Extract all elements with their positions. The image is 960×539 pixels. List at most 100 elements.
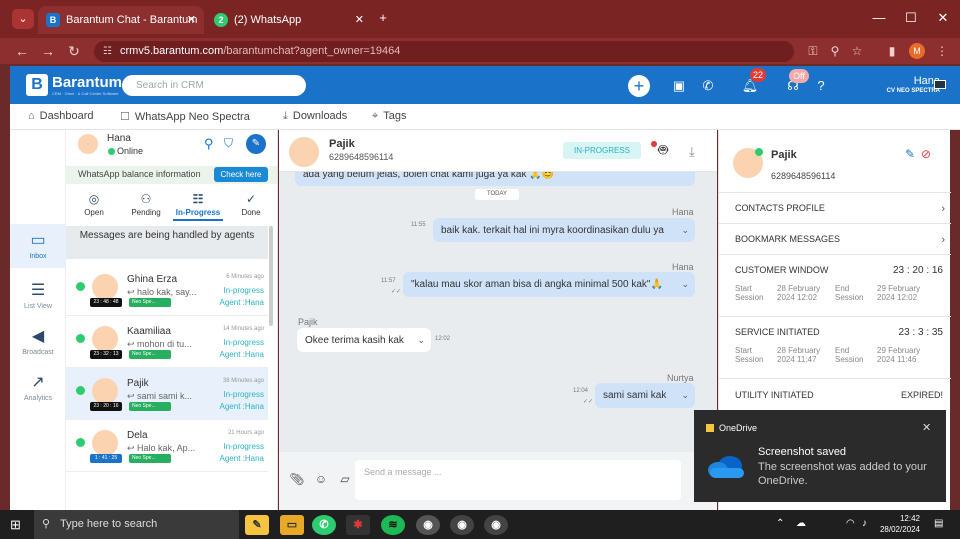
filter-icon[interactable]: ⛉ bbox=[224, 136, 233, 151]
chrome-app-icon[interactable]: ◉ bbox=[484, 515, 508, 535]
header-user-name[interactable]: Hana bbox=[868, 75, 940, 87]
close-notification-icon[interactable]: ✕ bbox=[922, 421, 931, 434]
app-icon[interactable]: ✱ bbox=[346, 515, 370, 535]
rail-analytics[interactable]: ↗ Analytics bbox=[10, 372, 66, 402]
search-icon[interactable]: ⚲ bbox=[204, 136, 214, 152]
whatsapp-icon bbox=[76, 334, 85, 343]
rail-broadcast[interactable]: ◀ Broadcast bbox=[10, 326, 66, 356]
contacts-profile-row[interactable]: CONTACTS PROFILE › bbox=[735, 203, 951, 215]
nav-tags[interactable]: ⌖ Tags bbox=[372, 110, 406, 123]
contact-phone: 6289648596114 bbox=[771, 171, 836, 181]
sticky-notes-app-icon[interactable]: ✎ bbox=[245, 515, 269, 535]
chrome-app-icon[interactable]: ◉ bbox=[450, 515, 474, 535]
tab-pending[interactable]: ⚇ Pending bbox=[121, 192, 171, 217]
check-balance-button[interactable]: Check here bbox=[214, 167, 268, 182]
contact-avatar bbox=[92, 326, 118, 352]
tray-chevron-icon[interactable]: ⌃ bbox=[776, 518, 784, 529]
rail-list-view[interactable]: ☰ List View bbox=[10, 280, 66, 310]
agent-avatar bbox=[78, 134, 98, 154]
back-icon[interactable]: ← bbox=[12, 41, 32, 61]
password-key-icon[interactable]: ⚿ bbox=[805, 43, 821, 59]
message-options-chevron-icon[interactable]: ⌄ bbox=[417, 335, 425, 346]
new-chat-button[interactable]: ✎ bbox=[246, 134, 266, 154]
message-options-chevron-icon[interactable]: ⌄ bbox=[681, 279, 689, 290]
message-options-chevron-icon[interactable]: ⌄ bbox=[681, 225, 689, 236]
row-label: CONTACTS PROFILE bbox=[735, 203, 825, 213]
close-tab-icon[interactable]: ✕ bbox=[187, 6, 196, 34]
sidebar-toggle-icon[interactable]: ▮ bbox=[884, 43, 900, 59]
crm-search-input[interactable]: Search in CRM bbox=[122, 75, 306, 96]
bookmark-star-icon[interactable]: ☆ bbox=[849, 43, 865, 59]
close-window-button[interactable]: ✕ bbox=[932, 8, 954, 28]
download-icon: ⤓ bbox=[283, 110, 288, 122]
contact-avatar bbox=[92, 274, 118, 300]
chrome-app-icon[interactable]: ◉ bbox=[416, 515, 440, 535]
off-status-badge[interactable]: Off bbox=[789, 69, 809, 83]
conversation-item-pajik[interactable]: 23 : 20 : 16 Pajik ↩ sami sami k... Neo … bbox=[66, 368, 268, 420]
online-status-dot bbox=[108, 148, 115, 155]
url-field[interactable]: ☷ crmv5.barantum.com/barantumchat?agent_… bbox=[94, 41, 794, 62]
agent-status[interactable]: Online bbox=[117, 146, 143, 156]
message-bubble: sami sami kak ⌄ bbox=[595, 383, 695, 408]
zoom-icon[interactable]: ⚲ bbox=[827, 43, 843, 59]
barantum-favicon-icon: B bbox=[46, 13, 60, 27]
reload-icon[interactable]: ↻ bbox=[64, 41, 84, 61]
profile-avatar[interactable]: M bbox=[909, 43, 925, 59]
taskbar-clock[interactable]: 12:42 28/02/2024 bbox=[870, 513, 920, 535]
search-icon: ⚲ bbox=[42, 518, 51, 530]
browser-menu-icon[interactable]: ⋮ bbox=[934, 43, 950, 59]
new-tab-button[interactable]: + bbox=[372, 8, 394, 28]
end-session-value: 29 February 2024 12:02 bbox=[877, 284, 921, 302]
conversation-item-ghina-erza[interactable]: 23 : 48 : 48 Ghina Erza ↩ halo kak, say.… bbox=[66, 264, 268, 316]
tab-whatsapp[interactable]: 2 (2) WhatsApp ✕ bbox=[206, 6, 372, 34]
notification-center-icon[interactable]: ▤ bbox=[934, 518, 943, 529]
message-options-chevron-icon[interactable]: ⌄ bbox=[681, 390, 689, 401]
end-session-value: 29 February 2024 11:46 bbox=[877, 346, 921, 364]
message-input[interactable]: Send a message ... bbox=[355, 460, 681, 500]
file-explorer-app-icon[interactable]: ▭ bbox=[280, 515, 304, 535]
network-icon[interactable]: ☁ bbox=[796, 518, 806, 529]
site-info-icon[interactable]: ☷ bbox=[103, 41, 112, 62]
tab-in-progress[interactable]: ☷ In-Progress bbox=[173, 192, 223, 221]
download-icon[interactable]: ⤓ bbox=[689, 144, 695, 160]
chat-status-badge[interactable]: IN-PROGRESS bbox=[563, 142, 641, 159]
onedrive-notification[interactable]: OneDrive ✕ Screenshot saved The screensh… bbox=[694, 410, 946, 502]
minimize-window-button[interactable]: — bbox=[868, 8, 890, 28]
contact-name: Dela bbox=[127, 430, 148, 441]
help-icon[interactable]: ? bbox=[811, 76, 831, 96]
uk-flag-icon[interactable] bbox=[934, 80, 946, 89]
template-icon[interactable]: ▱ bbox=[337, 472, 353, 486]
emoji-icon[interactable]: ☺ bbox=[313, 472, 329, 486]
tab-open[interactable]: ◎ Open bbox=[69, 192, 119, 217]
in-progress-icon: ☷ bbox=[192, 192, 204, 206]
phone-icon[interactable]: ✆ bbox=[698, 76, 718, 96]
nav-dashboard[interactable]: ⌂ Dashboard bbox=[28, 110, 93, 122]
chat-bot-icon[interactable]: ▣ bbox=[669, 76, 689, 96]
bookmark-messages-row[interactable]: BOOKMARK MESSAGES › bbox=[735, 234, 951, 246]
conversation-list-scrollbar[interactable] bbox=[269, 226, 273, 326]
attachment-icon[interactable]: 📎︎ bbox=[289, 472, 305, 486]
tab-done[interactable]: ✓ Done bbox=[226, 192, 276, 217]
clock-time: 12:42 bbox=[899, 514, 920, 523]
taskbar-search[interactable]: ⚲ Type here to search bbox=[34, 510, 239, 539]
close-tab-icon[interactable]: ✕ bbox=[355, 6, 364, 34]
whatsapp-app-icon[interactable]: ✆ bbox=[312, 515, 336, 535]
edit-icon[interactable]: ✎ bbox=[905, 147, 915, 161]
forward-icon[interactable]: → bbox=[38, 41, 58, 61]
tab-barantum-chat[interactable]: B Barantum Chat - Barantum CRM ✕ bbox=[38, 6, 204, 54]
nav-downloads[interactable]: ⤓ Downloads bbox=[283, 110, 347, 123]
spotify-app-icon[interactable]: ≋ bbox=[381, 515, 405, 535]
wifi-icon[interactable]: ◠ bbox=[846, 518, 855, 529]
rail-inbox[interactable]: ▭ Inbox bbox=[10, 224, 66, 268]
windows-start-icon[interactable]: ⊞ bbox=[10, 518, 24, 532]
conversation-item-dela[interactable]: 1 : 41 : 25 Dela ↩ Halo kak, Ap... Neo S… bbox=[66, 420, 268, 472]
tab-list-dropdown[interactable]: ⌄ bbox=[12, 9, 34, 29]
add-button[interactable]: + bbox=[628, 75, 650, 97]
nav-whatsapp-neo-spectra[interactable]: ☐ WhatsApp Neo Spectra bbox=[120, 110, 250, 123]
block-icon[interactable]: ⊘ bbox=[921, 147, 931, 161]
contact-avatar bbox=[92, 378, 118, 404]
conversation-item-kaamiliaa[interactable]: 23 : 32 : 13 Kaamiliaa ↩ mohon di tu... … bbox=[66, 316, 268, 368]
volume-icon[interactable]: ♪ bbox=[862, 518, 867, 529]
maximize-window-button[interactable]: ☐ bbox=[900, 8, 922, 28]
divider bbox=[719, 378, 951, 379]
